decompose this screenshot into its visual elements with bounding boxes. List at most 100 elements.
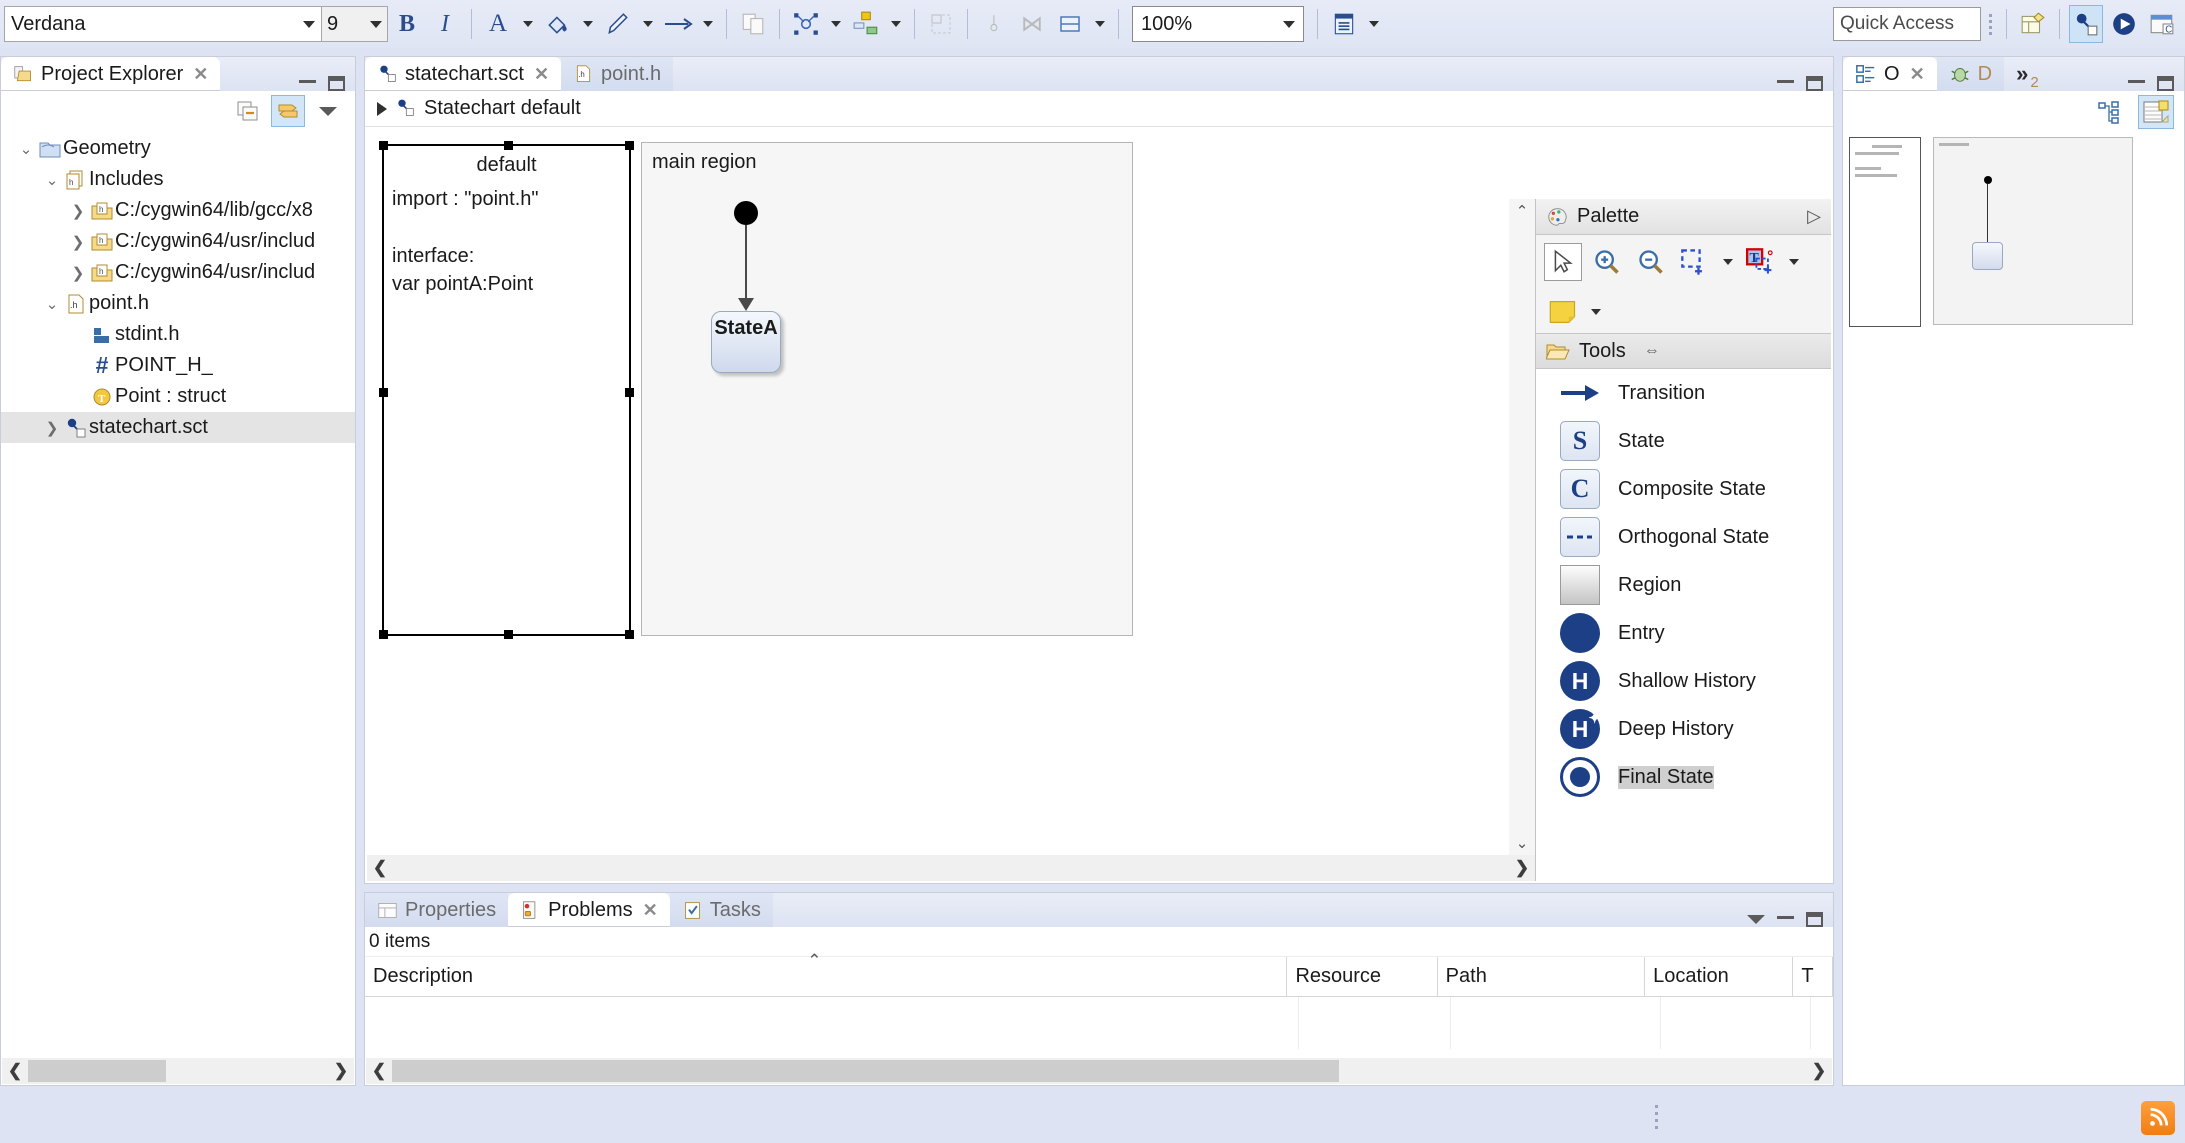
tree-item-point-h-macro[interactable]: # POINT_H_ <box>1 350 355 381</box>
minimize-button[interactable] <box>1777 916 1794 919</box>
tab-point-h[interactable]: .h point.h <box>561 57 674 91</box>
resize-handle-ne[interactable] <box>625 141 634 150</box>
zoom-out-tool-button[interactable] <box>1632 243 1670 281</box>
marquee-dropdown[interactable] <box>1720 243 1736 281</box>
select-tool-button[interactable] <box>1544 243 1582 281</box>
close-icon[interactable]: ✕ <box>193 64 208 85</box>
quick-access-field[interactable]: Quick Access <box>1833 7 1981 41</box>
statechart-definition-block[interactable]: default import : "point.h" interface: va… <box>379 141 634 639</box>
snap-button[interactable]: ⋈ <box>1015 5 1049 43</box>
problems-hscrollbar[interactable]: ❮ ❯ <box>366 1058 1832 1084</box>
chevron-right-icon[interactable] <box>377 101 387 116</box>
close-icon[interactable]: ✕ <box>534 64 549 85</box>
palette-item-entry[interactable]: Entry <box>1536 609 1831 657</box>
tree-item-point-struct[interactable]: T Point : struct <box>1 381 355 412</box>
transition-line[interactable] <box>745 225 747 303</box>
tab-statechart-sct[interactable]: statechart.sct ✕ <box>365 57 562 91</box>
font-color-button[interactable]: A <box>481 5 515 43</box>
status-drag-handle[interactable] <box>1655 1105 1658 1129</box>
resize-handle-sw[interactable] <box>379 630 388 639</box>
state-node-statea[interactable]: StateA <box>711 311 781 373</box>
toolbar-drag-handle[interactable] <box>1987 7 1993 41</box>
close-icon[interactable]: ✕ <box>1910 64 1925 85</box>
expand-chevron-icon[interactable]: ⌄ <box>41 171 63 189</box>
tree-item-include-path-3[interactable]: ❯ h C:/cygwin64/usr/includ <box>1 257 355 288</box>
column-header-description[interactable]: Description ⌃ <box>365 951 1288 996</box>
column-header-type[interactable]: T <box>1793 957 1833 996</box>
resize-handle-n[interactable] <box>504 141 513 150</box>
zoom-in-tool-button[interactable] <box>1588 243 1626 281</box>
minimize-button[interactable] <box>2128 80 2145 83</box>
column-header-resource[interactable]: Resource <box>1287 957 1438 996</box>
arrange-all-button[interactable] <box>789 5 823 43</box>
palette-item-transition[interactable]: Transition <box>1536 369 1831 417</box>
text-tool-button[interactable]: T <box>1742 243 1780 281</box>
line-style-button[interactable] <box>661 5 695 43</box>
note-tool-dropdown[interactable] <box>1588 293 1604 331</box>
tree-item-include-path-1[interactable]: ❯ h C:/cygwin64/lib/gcc/x8 <box>1 195 355 226</box>
outline-list-dropdown[interactable] <box>1365 5 1383 43</box>
text-tool-dropdown[interactable] <box>1786 243 1802 281</box>
scroll-left-icon[interactable]: ❮ <box>2 1061 28 1081</box>
align-button[interactable] <box>849 5 883 43</box>
tab-project-explorer[interactable]: Project Explorer ✕ <box>1 57 221 91</box>
zoom-combo[interactable]: 100% <box>1132 6 1304 42</box>
scroll-up-icon[interactable]: ⌃ <box>1516 202 1529 220</box>
scroll-right-icon[interactable]: ❯ <box>1509 858 1535 878</box>
maximize-button[interactable] <box>1806 912 1823 927</box>
tree-item-include-path-2[interactable]: ❯ h C:/cygwin64/usr/includ <box>1 226 355 257</box>
link-with-editor-button[interactable] <box>271 95 305 127</box>
scroll-left-icon[interactable]: ❮ <box>366 1061 392 1081</box>
resize-handle-w[interactable] <box>379 388 388 397</box>
align-dropdown[interactable] <box>887 5 905 43</box>
font-color-dropdown[interactable] <box>519 5 537 43</box>
line-color-dropdown[interactable] <box>639 5 657 43</box>
tab-outline[interactable]: O ✕ <box>1843 57 1937 91</box>
tab-overflow[interactable]: » 2 <box>2004 57 2051 91</box>
scrollbar-thumb[interactable] <box>28 1060 166 1082</box>
scrollbar-track[interactable] <box>28 1060 328 1082</box>
arrange-dropdown[interactable] <box>827 5 845 43</box>
rss-feed-icon[interactable] <box>2141 1101 2175 1135</box>
expand-chevron-icon[interactable]: ⌄ <box>15 140 37 158</box>
diagram-hscrollbar[interactable]: ❮ ❯ <box>367 855 1535 881</box>
perspective-debug-button[interactable] <box>2107 5 2141 43</box>
close-icon[interactable]: ✕ <box>643 900 658 921</box>
note-tool-button[interactable] <box>1544 293 1582 331</box>
scroll-right-icon[interactable]: ❯ <box>1806 1061 1832 1081</box>
view-split-dropdown[interactable] <box>1091 5 1109 43</box>
marquee-tool-button[interactable] <box>1676 243 1714 281</box>
show-ruler-button[interactable]: ⫰ <box>977 5 1011 43</box>
palette-tools-group-header[interactable]: Tools ⇔ <box>1536 333 1831 369</box>
open-perspective-button[interactable] <box>2016 5 2050 43</box>
scrollbar-track[interactable] <box>392 1060 1806 1082</box>
view-menu-button[interactable] <box>1747 915 1765 924</box>
line-style-dropdown[interactable] <box>699 5 717 43</box>
collapse-chevron-icon[interactable]: ❯ <box>67 233 89 251</box>
view-split-button[interactable] <box>1053 5 1087 43</box>
palette-collapse-icon[interactable]: ▷ <box>1807 206 1821 227</box>
perspective-statechart-button[interactable] <box>2069 5 2103 43</box>
tab-problems[interactable]: Problems ✕ <box>508 893 670 927</box>
column-header-path[interactable]: Path <box>1438 957 1646 996</box>
outline-thumbnail-mode-button[interactable] <box>2138 95 2174 129</box>
breadcrumb[interactable]: Statechart default <box>365 91 1833 127</box>
tree-item-stdint-h[interactable]: stdint.h <box>1 319 355 350</box>
scroll-right-icon[interactable]: ❯ <box>328 1061 354 1081</box>
palette-item-orthogonal-state[interactable]: Orthogonal State <box>1536 513 1831 561</box>
outline-tree-mode-button[interactable] <box>2092 95 2128 129</box>
minimize-button[interactable] <box>299 80 316 83</box>
collapse-chevron-icon[interactable]: ❯ <box>41 419 63 437</box>
tree-item-includes[interactable]: ⌄ h Includes <box>1 164 355 195</box>
column-header-location[interactable]: Location <box>1645 957 1794 996</box>
scroll-left-icon[interactable]: ❮ <box>367 858 393 878</box>
fill-color-dropdown[interactable] <box>579 5 597 43</box>
autosize-button[interactable] <box>924 5 958 43</box>
palette-item-deep-history[interactable]: H ✦ Deep History <box>1536 705 1831 753</box>
scrollbar-thumb[interactable] <box>392 1060 1340 1082</box>
resize-handle-se[interactable] <box>625 630 634 639</box>
font-size-combo[interactable]: 9 <box>322 6 388 42</box>
diagram-vscrollbar[interactable]: ⌃ ⌄ <box>1509 199 1535 855</box>
project-tree[interactable]: ⌄ Geometry ⌄ h Includes ❯ h C:/cygwin64/… <box>1 131 355 445</box>
tree-item-point-h[interactable]: ⌄ .h point.h <box>1 288 355 319</box>
